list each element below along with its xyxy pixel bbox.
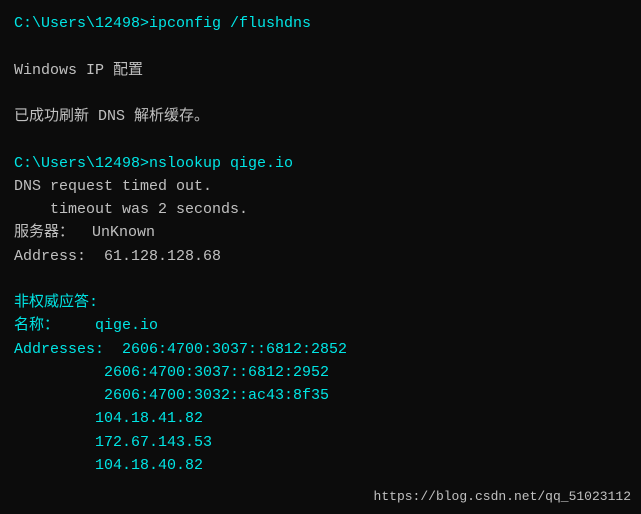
terminal-line-4: 已成功刷新 DNS 解析缓存。	[14, 105, 627, 128]
terminal-line-12: 非权威应答:	[14, 291, 627, 314]
terminal-line-15: 2606:4700:3037::6812:2952	[14, 361, 627, 384]
terminal-line-10: Address: 61.128.128.68	[14, 245, 627, 268]
terminal-line-6: C:\Users\12498>nslookup qige.io	[14, 152, 627, 175]
terminal-line-17: 104.18.41.82	[14, 407, 627, 430]
terminal-line-0: C:\Users\12498>ipconfig /flushdns	[14, 12, 627, 35]
watermark: https://blog.csdn.net/qq_51023112	[374, 489, 631, 504]
terminal-line-7: DNS request timed out.	[14, 175, 627, 198]
terminal-line-19: 104.18.40.82	[14, 454, 627, 477]
terminal-line-9: 服务器： UnKnown	[14, 221, 627, 244]
terminal-line-14: Addresses: 2606:4700:3037::6812:2852	[14, 338, 627, 361]
terminal-line-13: 名称： qige.io	[14, 314, 627, 337]
terminal-line-18: 172.67.143.53	[14, 431, 627, 454]
terminal-window: C:\Users\12498>ipconfig /flushdns Windows…	[0, 0, 641, 514]
terminal-line-8: timeout was 2 seconds.	[14, 198, 627, 221]
terminal-line-16: 2606:4700:3032::ac43:8f35	[14, 384, 627, 407]
terminal-line-2: Windows IP 配置	[14, 59, 627, 82]
